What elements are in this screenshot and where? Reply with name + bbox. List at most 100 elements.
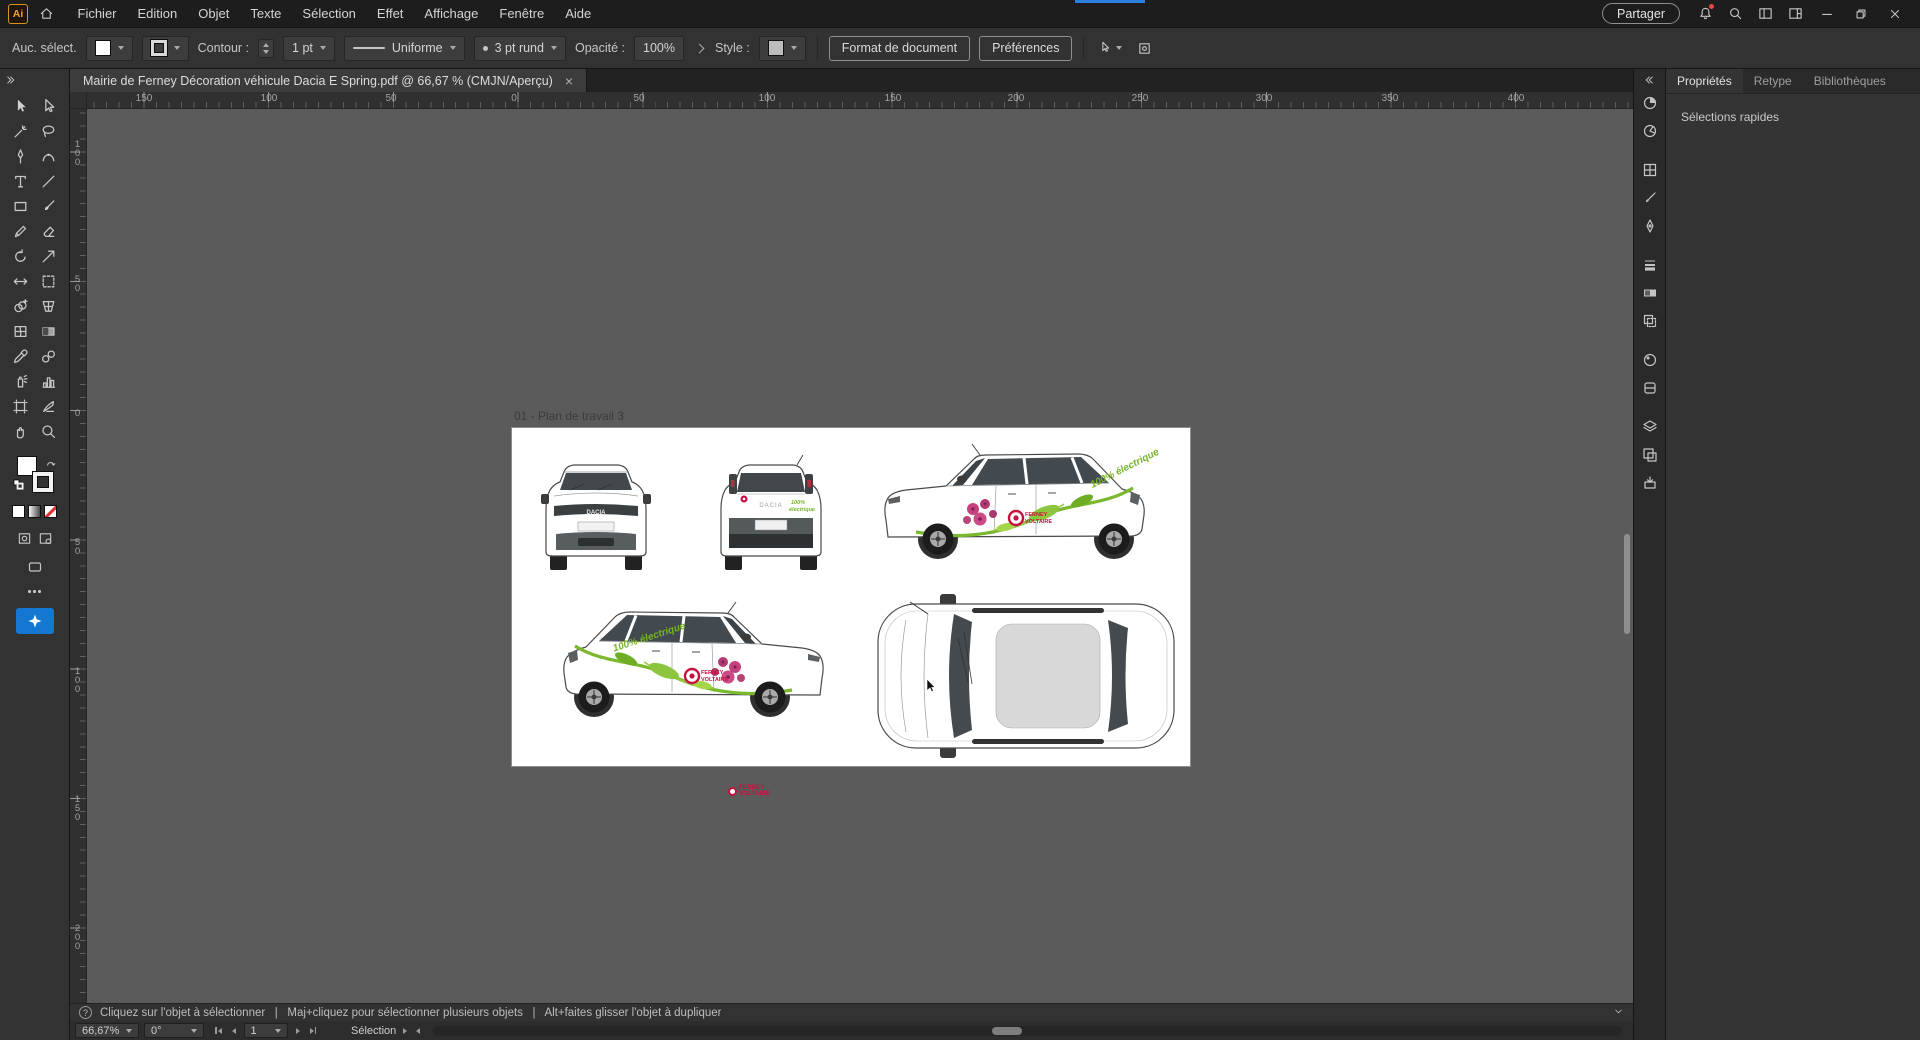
canvas[interactable]: 01 - Plan de travail 3: [87, 109, 1633, 1003]
shape-builder-tool[interactable]: [7, 294, 35, 319]
width-tool[interactable]: [7, 269, 35, 294]
brushes-panel-icon[interactable]: [1637, 185, 1663, 211]
graphic-style-dropdown[interactable]: [759, 36, 806, 61]
tab-bibliotheques[interactable]: Bibliothèques: [1803, 69, 1897, 93]
perspective-grid-tool[interactable]: [35, 294, 63, 319]
menu-texte[interactable]: Texte: [240, 0, 292, 27]
transparency-panel-icon[interactable]: [1637, 308, 1663, 334]
car-side-right-view[interactable]: [885, 444, 1144, 559]
tab-retype[interactable]: Retype: [1743, 69, 1803, 93]
zoom-level-dropdown[interactable]: 66,67%: [75, 1023, 139, 1038]
color-mode-button[interactable]: [12, 505, 25, 518]
draw-normal-icon[interactable]: [17, 531, 32, 546]
magic-wand-tool[interactable]: [7, 119, 35, 144]
menu-objet[interactable]: Objet: [188, 0, 240, 27]
shaper-tool[interactable]: [7, 219, 35, 244]
lasso-tool[interactable]: [35, 119, 63, 144]
arrange-documents-button[interactable]: [1750, 0, 1780, 27]
selection-tool[interactable]: [7, 94, 35, 119]
artboard[interactable]: DACIA: [512, 428, 1190, 766]
opacity-options-button[interactable]: [693, 45, 706, 52]
artboards-panel-icon[interactable]: [1637, 442, 1663, 468]
symbols-panel-icon[interactable]: [1637, 213, 1663, 239]
stroke-width-stepper[interactable]: [258, 39, 274, 58]
tab-proprietes[interactable]: Propriétés: [1666, 69, 1743, 93]
transform-options-button[interactable]: [1134, 41, 1155, 56]
generative-tool-button[interactable]: [16, 608, 54, 634]
workspace-switcher-button[interactable]: [1780, 0, 1810, 27]
ferney-voltaire-logo[interactable]: FERNEY VOLTAIRE: [728, 785, 770, 797]
illustrator-app-icon[interactable]: Ai: [8, 4, 28, 24]
menu-fichier[interactable]: Fichier: [67, 0, 127, 27]
eraser-tool[interactable]: [35, 219, 63, 244]
vertical-scrollbar[interactable]: [1623, 109, 1631, 1003]
close-window-button[interactable]: [1878, 0, 1912, 27]
line-segment-tool[interactable]: [35, 169, 63, 194]
gradient-panel-icon[interactable]: [1637, 280, 1663, 306]
tab-close-icon[interactable]: ×: [565, 74, 573, 88]
width-profile-dropdown[interactable]: Uniforme: [344, 36, 465, 61]
search-button[interactable]: [1720, 0, 1750, 27]
horizontal-scrollbar[interactable]: [433, 1026, 1622, 1036]
notifications-button[interactable]: [1690, 0, 1720, 27]
last-artboard-button[interactable]: [308, 1027, 319, 1034]
menu-edition[interactable]: Edition: [127, 0, 188, 27]
car-side-left-view[interactable]: [564, 602, 823, 717]
symbol-sprayer-tool[interactable]: [7, 369, 35, 394]
curvature-tool[interactable]: [35, 144, 63, 169]
scale-tool[interactable]: [35, 244, 63, 269]
gradient-tool[interactable]: [35, 319, 63, 344]
paintbrush-tool[interactable]: [35, 194, 63, 219]
horizontal-ruler[interactable]: 150 100 50 0 50 100 150 200 250 300 350 …: [87, 92, 1633, 108]
graphic-styles-panel-icon[interactable]: [1637, 375, 1663, 401]
artboard-name-label[interactable]: 01 - Plan de travail 3: [514, 409, 624, 423]
screen-mode-icon[interactable]: [27, 559, 43, 575]
next-artboard-button[interactable]: [294, 1028, 302, 1034]
default-fill-stroke-icon[interactable]: [13, 477, 24, 495]
menu-effet[interactable]: Effet: [366, 0, 414, 27]
gradient-mode-button[interactable]: [28, 505, 41, 518]
menu-aide[interactable]: Aide: [555, 0, 602, 27]
rotation-dropdown[interactable]: 0°: [144, 1023, 204, 1038]
stroke-color-box[interactable]: [33, 472, 53, 492]
menu-selection[interactable]: Sélection: [292, 0, 366, 27]
asset-export-panel-icon[interactable]: [1637, 470, 1663, 496]
menu-fenetre[interactable]: Fenêtre: [489, 0, 555, 27]
restore-button[interactable]: [1844, 0, 1878, 27]
first-artboard-button[interactable]: [213, 1027, 224, 1034]
stroke-width-dropdown[interactable]: 1 pt: [283, 36, 335, 61]
car-front-view[interactable]: DACIA: [541, 465, 651, 570]
document-tab[interactable]: Mairie de Ferney Décoration véhicule Dac…: [70, 69, 587, 92]
color-guide-panel-icon[interactable]: [1637, 118, 1663, 144]
rotate-tool[interactable]: [7, 244, 35, 269]
car-top-view[interactable]: [878, 594, 1174, 758]
artboard-number-dropdown[interactable]: 1: [244, 1023, 288, 1038]
scroll-right-button[interactable]: [401, 1028, 409, 1034]
car-rear-view[interactable]: DACIA 100% électrique: [721, 455, 821, 570]
appearance-panel-icon[interactable]: [1637, 347, 1663, 373]
scroll-left-button[interactable]: [414, 1028, 422, 1034]
artboard-tool[interactable]: [7, 394, 35, 419]
ruler-origin-corner[interactable]: [70, 92, 87, 108]
preferences-button[interactable]: Préférences: [979, 36, 1072, 61]
direct-selection-tool[interactable]: [35, 94, 63, 119]
home-button[interactable]: [31, 0, 61, 27]
none-mode-button[interactable]: [44, 505, 57, 518]
fill-color-dropdown[interactable]: [86, 36, 133, 61]
minimize-button[interactable]: [1810, 0, 1844, 27]
swap-fill-stroke-icon[interactable]: [46, 454, 56, 472]
swatches-panel-icon[interactable]: [1637, 157, 1663, 183]
opacity-input[interactable]: 100%: [634, 36, 684, 61]
draw-behind-icon[interactable]: [38, 531, 53, 546]
edit-toolbar-icon[interactable]: [28, 590, 41, 593]
collapse-hint-icon[interactable]: [1613, 1006, 1624, 1020]
fill-stroke-controls[interactable]: [17, 456, 53, 492]
free-transform-tool[interactable]: [35, 269, 63, 294]
expand-panels-icon[interactable]: [1644, 72, 1656, 88]
color-panel-icon[interactable]: [1637, 90, 1663, 116]
stroke-color-dropdown[interactable]: [142, 36, 189, 61]
rectangle-tool[interactable]: [7, 194, 35, 219]
vertical-scrollbar-thumb[interactable]: [1624, 534, 1630, 634]
stroke-panel-icon[interactable]: [1637, 252, 1663, 278]
menu-affichage[interactable]: Affichage: [414, 0, 489, 27]
